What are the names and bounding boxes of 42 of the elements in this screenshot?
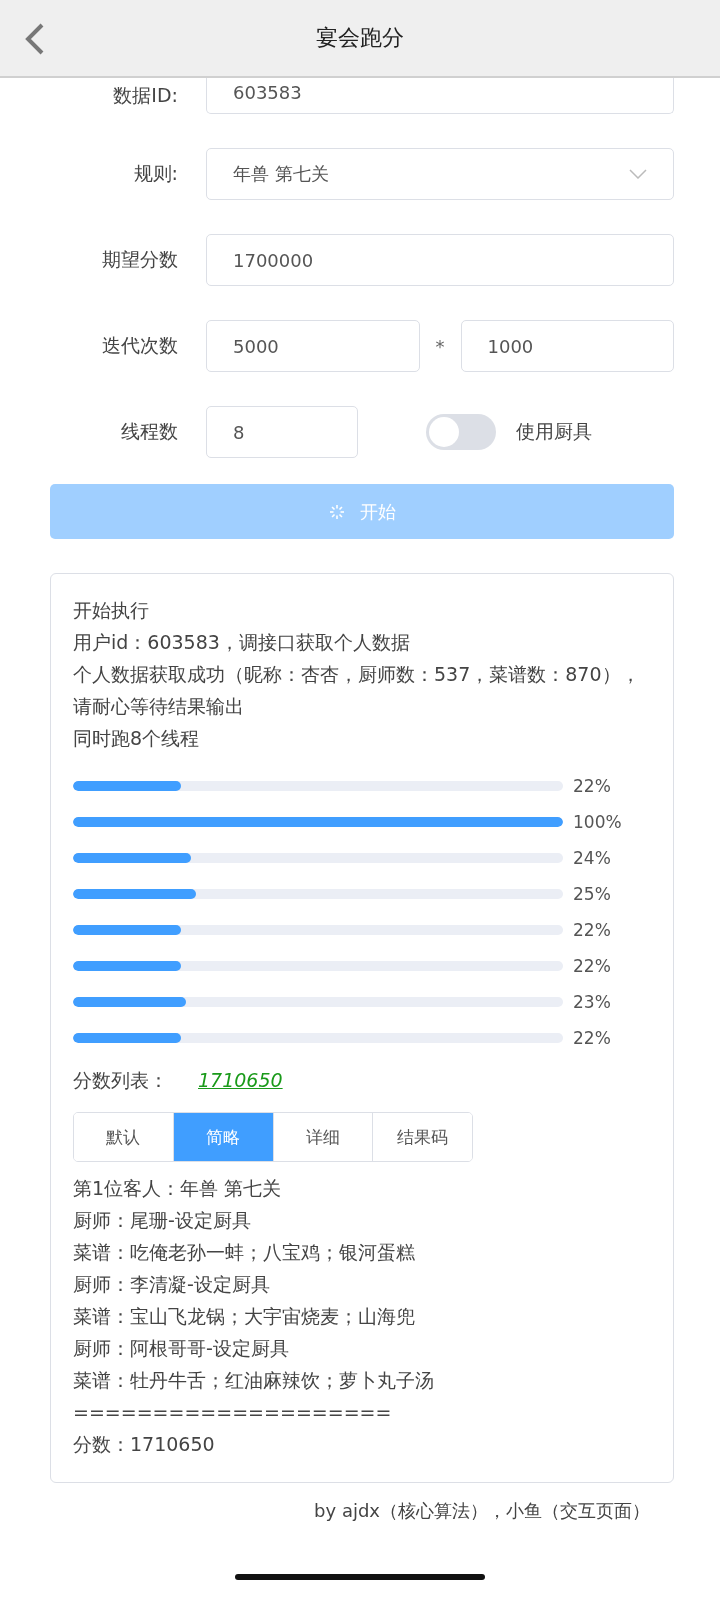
result-line: 菜谱：吃俺老孙一蚌；八宝鸡；银河蛋糕 <box>73 1240 416 1265</box>
log-line: 用户id：603583，调接口获取个人数据 <box>73 630 411 655</box>
result-line: 厨师：尾珊-设定厨具 <box>73 1208 252 1233</box>
input-field[interactable]: 603583 <box>206 78 674 114</box>
loading-icon <box>328 502 346 521</box>
view-tab[interactable]: 默认 <box>74 1113 174 1161</box>
score-list-label: 分数列表： <box>73 1068 168 1093</box>
log-line: 开始执行 <box>73 598 150 623</box>
progress-percent: 22% <box>573 920 611 940</box>
input-field[interactable]: 5000 <box>206 320 420 372</box>
result-line: 菜谱：宝山飞龙锅；大宇宙烧麦；山海兜 <box>73 1304 416 1329</box>
result-line: 分数：1710650 <box>73 1432 216 1457</box>
input-field[interactable]: 1700000 <box>206 234 674 286</box>
field-label: 规则: <box>132 161 178 186</box>
result-line: ==================== <box>73 1400 393 1425</box>
result-line: 第1位客人：年兽 第七关 <box>73 1176 283 1201</box>
input-field[interactable]: 8 <box>206 406 358 458</box>
log-line: 同时跑8个线程 <box>73 726 201 751</box>
select-field[interactable]: 年兽 第七关 <box>206 148 674 200</box>
progress-percent: 22% <box>573 776 611 796</box>
credit-text: by ajdx（核心算法），小鱼（交互页面） <box>314 1499 650 1523</box>
progress-percent: 22% <box>573 1028 611 1048</box>
result-line: 厨师：阿根哥哥-设定厨具 <box>73 1336 290 1361</box>
result-line: 菜谱：牡丹牛舌；红油麻辣饮；萝卜丸子汤 <box>73 1368 435 1393</box>
page-title: 宴会跑分 <box>316 24 404 52</box>
field-label: 迭代次数 <box>101 333 178 358</box>
progress-percent: 25% <box>573 884 611 904</box>
toggle-label: 使用厨具 <box>516 419 592 444</box>
toggle-switch[interactable] <box>426 414 496 450</box>
chevron-down-icon <box>629 169 647 179</box>
log-line: 个人数据获取成功（昵称：杏杏，厨师数：537，菜谱数：870），请耐心等待结果输出 <box>73 662 641 719</box>
progress-percent: 100% <box>573 812 622 832</box>
score-link[interactable]: 1710650 <box>198 1069 283 1091</box>
progress-percent: 22% <box>573 956 611 976</box>
field-label: 期望分数 <box>101 247 178 272</box>
progress-percent: 23% <box>573 992 611 1012</box>
progress-percent: 24% <box>573 848 611 868</box>
multiply-sign: * <box>434 335 446 357</box>
field-label: 线程数 <box>120 419 178 444</box>
result-line: 厨师：李清凝-设定厨具 <box>73 1272 271 1297</box>
input-field[interactable]: 1000 <box>460 320 674 372</box>
field-label: 数据ID: <box>112 83 178 108</box>
